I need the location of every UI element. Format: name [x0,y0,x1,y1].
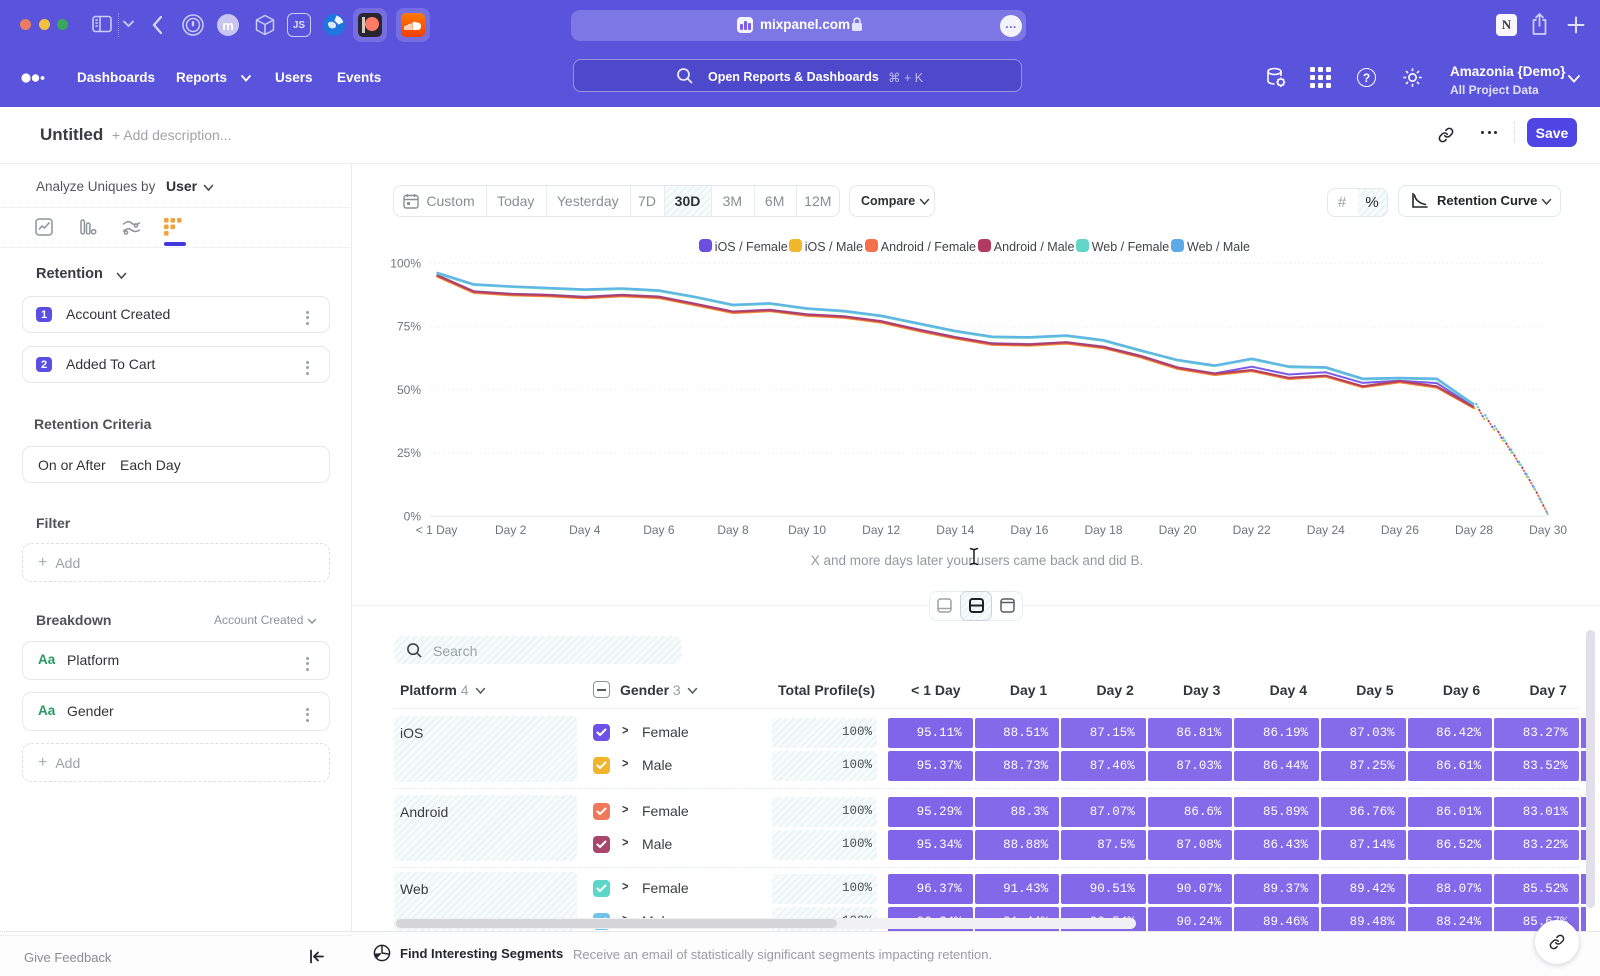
svg-text:Day 16: Day 16 [1010,523,1048,537]
svg-text:Day 22: Day 22 [1233,523,1271,537]
svg-text:Day 6: Day 6 [643,523,675,537]
svg-text:Day 18: Day 18 [1084,523,1122,537]
svg-text:Day 14: Day 14 [936,523,974,537]
svg-text:Day 12: Day 12 [862,523,900,537]
svg-text:Day 24: Day 24 [1307,523,1345,537]
svg-text:Day 28: Day 28 [1455,523,1493,537]
svg-text:Day 26: Day 26 [1381,523,1419,537]
svg-text:Day 4: Day 4 [569,523,601,537]
svg-text:0%: 0% [404,509,422,523]
svg-text:Day 2: Day 2 [495,523,527,537]
svg-text:Day 30: Day 30 [1529,523,1567,537]
svg-text:25%: 25% [397,446,421,460]
svg-text:Day 20: Day 20 [1159,523,1197,537]
svg-text:Day 8: Day 8 [717,523,749,537]
svg-text:Day 10: Day 10 [788,523,826,537]
svg-text:75%: 75% [397,320,421,334]
svg-text:100%: 100% [390,256,421,270]
svg-text:50%: 50% [397,383,421,397]
svg-text:< 1 Day: < 1 Day [416,523,458,537]
